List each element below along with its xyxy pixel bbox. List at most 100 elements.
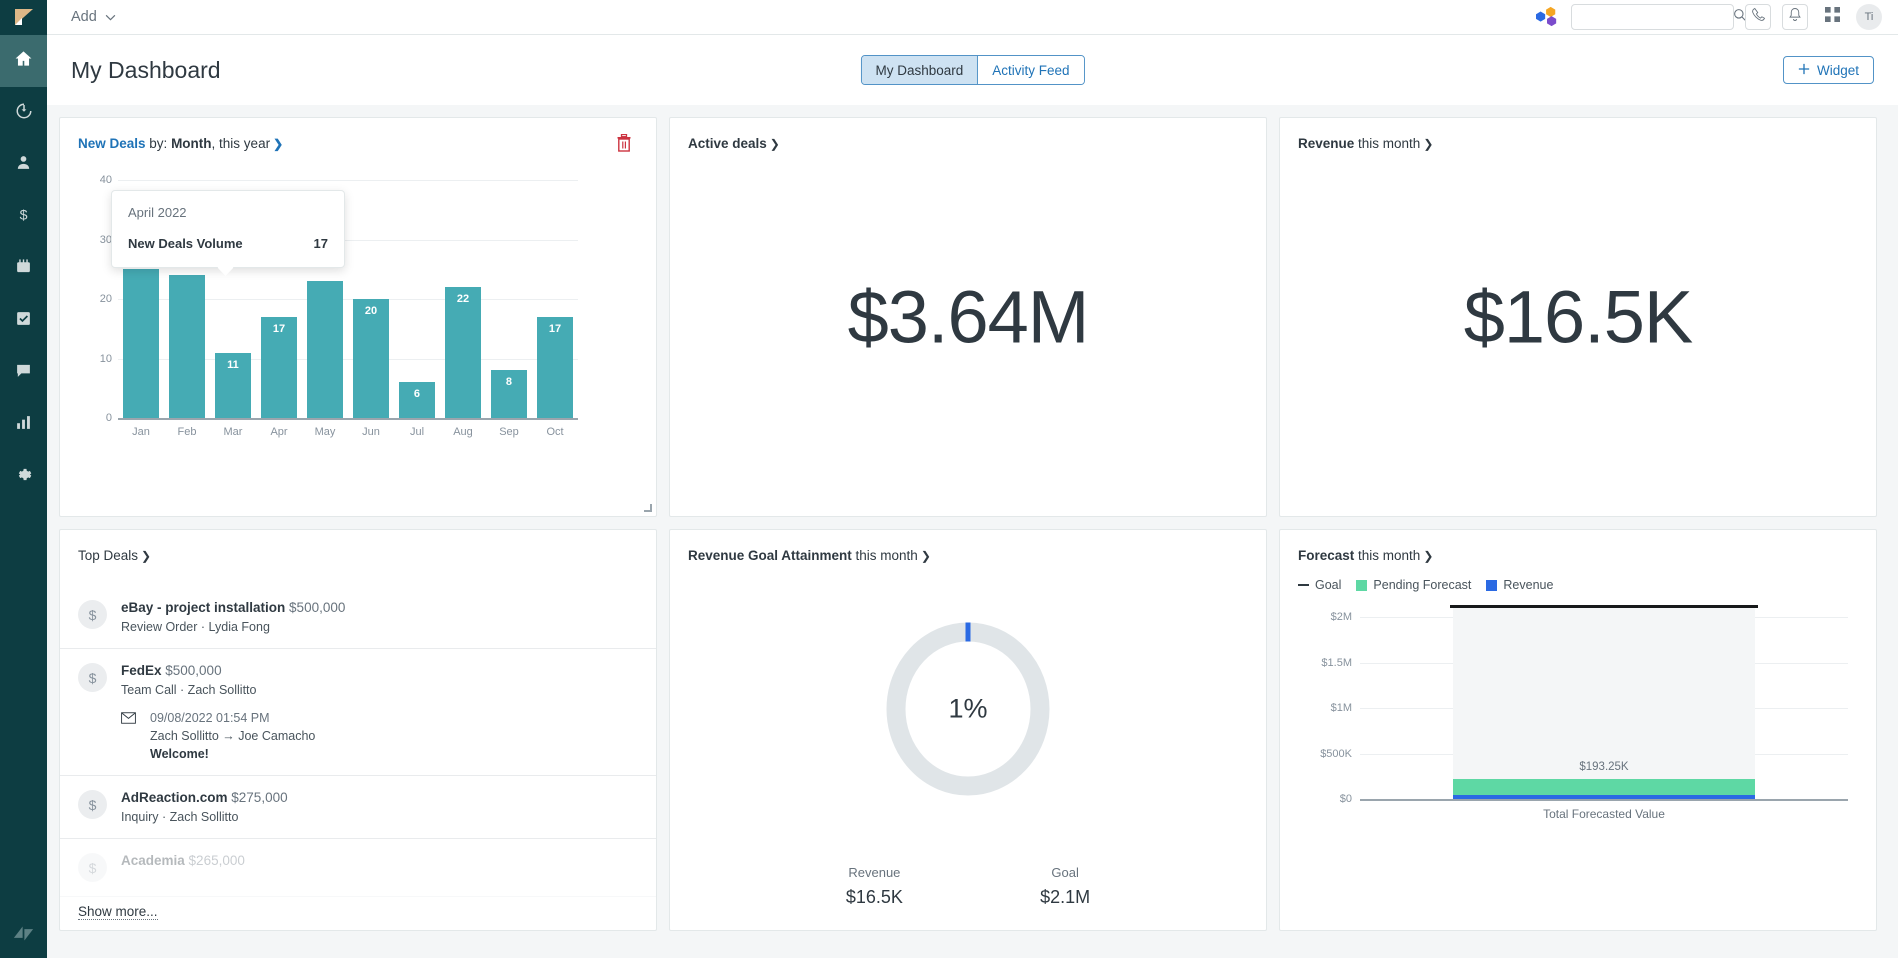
avatar[interactable]: Ti [1856,4,1882,30]
x-axis-tick: Feb [177,426,197,438]
bar[interactable]: 17 [260,316,298,418]
y-axis-tick: $1.5M [1321,656,1352,669]
list-item[interactable]: $ FedEx $500,000 Team Call · Zach Sollitto… [60,649,656,776]
deal-headline: FedEx $500,000 [121,663,315,678]
add-widget-button[interactable]: Widget [1782,56,1874,84]
revenue-goal-donut: 1% [884,620,1052,798]
x-axis-line [118,418,578,420]
home-icon [14,49,33,73]
legend-item: Goal [1298,578,1341,592]
bar-value-label: 22 [456,293,470,306]
search-box[interactable] [1571,4,1747,30]
bar[interactable] [306,281,344,418]
zendesk-logo-icon [0,923,47,944]
integrations-icon[interactable] [1534,4,1560,30]
dollar-icon: $ [78,663,107,692]
bar[interactable]: 22 [444,287,482,418]
list-item[interactable]: $ eBay - project installation $500,000 Rev… [60,586,656,649]
sidebar-item-communication[interactable] [0,347,47,399]
widget-revenue: Revenue this month ❯ $16.5K [1279,117,1877,517]
active-deals-value: $3.64M [847,275,1090,359]
x-axis-label: Total Forecasted Value [1543,807,1665,821]
forecast-legend: Goal Pending Forecast Revenue [1298,578,1561,592]
bar[interactable]: 17 [536,316,574,418]
sidebar-item-settings[interactable] [0,451,47,503]
bar-value-label: 6 [413,388,421,401]
resize-handle-icon[interactable] [644,504,652,512]
deal-subtitle: Team Call · Zach Sollitto [121,683,257,697]
tab-my-dashboard-label: My Dashboard [875,62,964,78]
sell-logo-icon[interactable] [0,0,47,35]
sidebar-item-tasks[interactable] [0,295,47,347]
apps-grid-icon [1824,7,1840,27]
page-title: My Dashboard [71,56,221,83]
x-axis-tick: Sep [499,426,519,438]
check-square-icon [15,310,32,332]
bar[interactable] [168,275,206,418]
trash-icon[interactable] [616,133,632,157]
notifications-button[interactable] [1782,4,1808,30]
revenue-goal-title-tail: this month [851,548,918,563]
chevron-right-icon: ❯ [273,137,284,151]
calendar-icon [15,258,32,280]
widget-active-deals-title[interactable]: Active deals ❯ [688,136,780,151]
search-input[interactable] [1578,10,1733,24]
svg-text:$: $ [20,207,28,223]
bar-value-label: 8 [505,376,513,389]
sidebar-item-deals[interactable]: $ [0,191,47,243]
bar[interactable]: 8 [490,370,528,418]
x-axis-tick: Jul [409,426,425,438]
chat-bubble-icon [15,362,32,384]
widget-top-deals: Top Deals ❯ $ eBay - project installation … [59,529,657,931]
x-axis-tick: Oct [546,426,564,438]
bar-value-label: 17 [548,322,562,335]
widget-new-deals-title[interactable]: New Deals by: Month, this year ❯ [78,136,283,151]
legend-swatch [1298,584,1309,586]
sidebar-item-home[interactable] [0,35,47,87]
deal-name: eBay - project installation [121,600,286,615]
deal-name: Academia [121,853,185,868]
sidebar-item-reports[interactable] [0,399,47,451]
add-menu-button[interactable]: Add [71,9,116,25]
forecast-title-tail: this month [1354,548,1421,563]
bar[interactable]: 6 [398,382,436,418]
legend-swatch [1356,579,1368,591]
deal-note-subject: Welcome! [150,747,209,761]
phone-button[interactable] [1745,4,1771,30]
widget-row-2: Top Deals ❯ $ eBay - project installation … [59,529,1886,931]
sidebar-item-calendar[interactable] [0,243,47,295]
list-item[interactable]: $ AdReaction.com $275,000 Inquiry · Zach S… [60,776,656,839]
new-deals-title-mid: by: [145,136,172,151]
bar[interactable] [122,269,160,418]
widget-row-1: New Deals by: Month, this year ❯ 0 10 20 30 4… [59,117,1886,517]
dashboard-board: New Deals by: Month, this year ❯ 0 10 20 30 4… [47,105,1898,958]
revenue-goal-legend-revenue: Revenue $16.5K [846,865,903,908]
sidebar-item-leads[interactable] [0,87,47,139]
widget-revenue-goal-title[interactable]: Revenue Goal Attainment this month ❯ [688,548,931,563]
forecast-title-strong: Forecast [1298,548,1355,563]
deal-amount: $265,000 [184,853,245,868]
sidebar-item-contacts[interactable] [0,139,47,191]
apps-grid-button[interactable] [1819,4,1845,30]
widget-forecast-title[interactable]: Forecast this month ❯ [1298,548,1433,563]
chevron-right-icon: ❯ [1423,549,1434,563]
page-header: My Dashboard My Dashboard Activity Feed … [47,35,1898,105]
show-more-button[interactable]: Show more... [78,904,158,920]
widget-revenue-title[interactable]: Revenue this month ❯ [1298,136,1433,151]
gridline [118,180,578,181]
bar[interactable]: 11 [214,352,252,418]
dashboard-tabs: My Dashboard Activity Feed [860,55,1085,85]
list-item[interactable]: $ Academia $265,000 [60,839,656,897]
bar[interactable]: 20 [352,299,390,418]
x-axis-tick: Apr [270,426,288,438]
tab-my-dashboard[interactable]: My Dashboard [861,56,978,84]
bar-chart-icon [15,414,32,436]
tooltip-metric-row: New Deals Volume 17 [128,236,328,251]
tab-activity-feed[interactable]: Activity Feed [977,56,1084,84]
list-item-body: AdReaction.com $275,000 Inquiry · Zach So… [121,790,288,824]
dollar-icon: $ [78,600,107,629]
lead-icon [15,102,33,125]
widget-top-deals-title[interactable]: Top Deals ❯ [78,548,151,563]
tooltip-metric-value: 17 [313,236,328,251]
tab-activity-feed-label: Activity Feed [992,62,1070,78]
